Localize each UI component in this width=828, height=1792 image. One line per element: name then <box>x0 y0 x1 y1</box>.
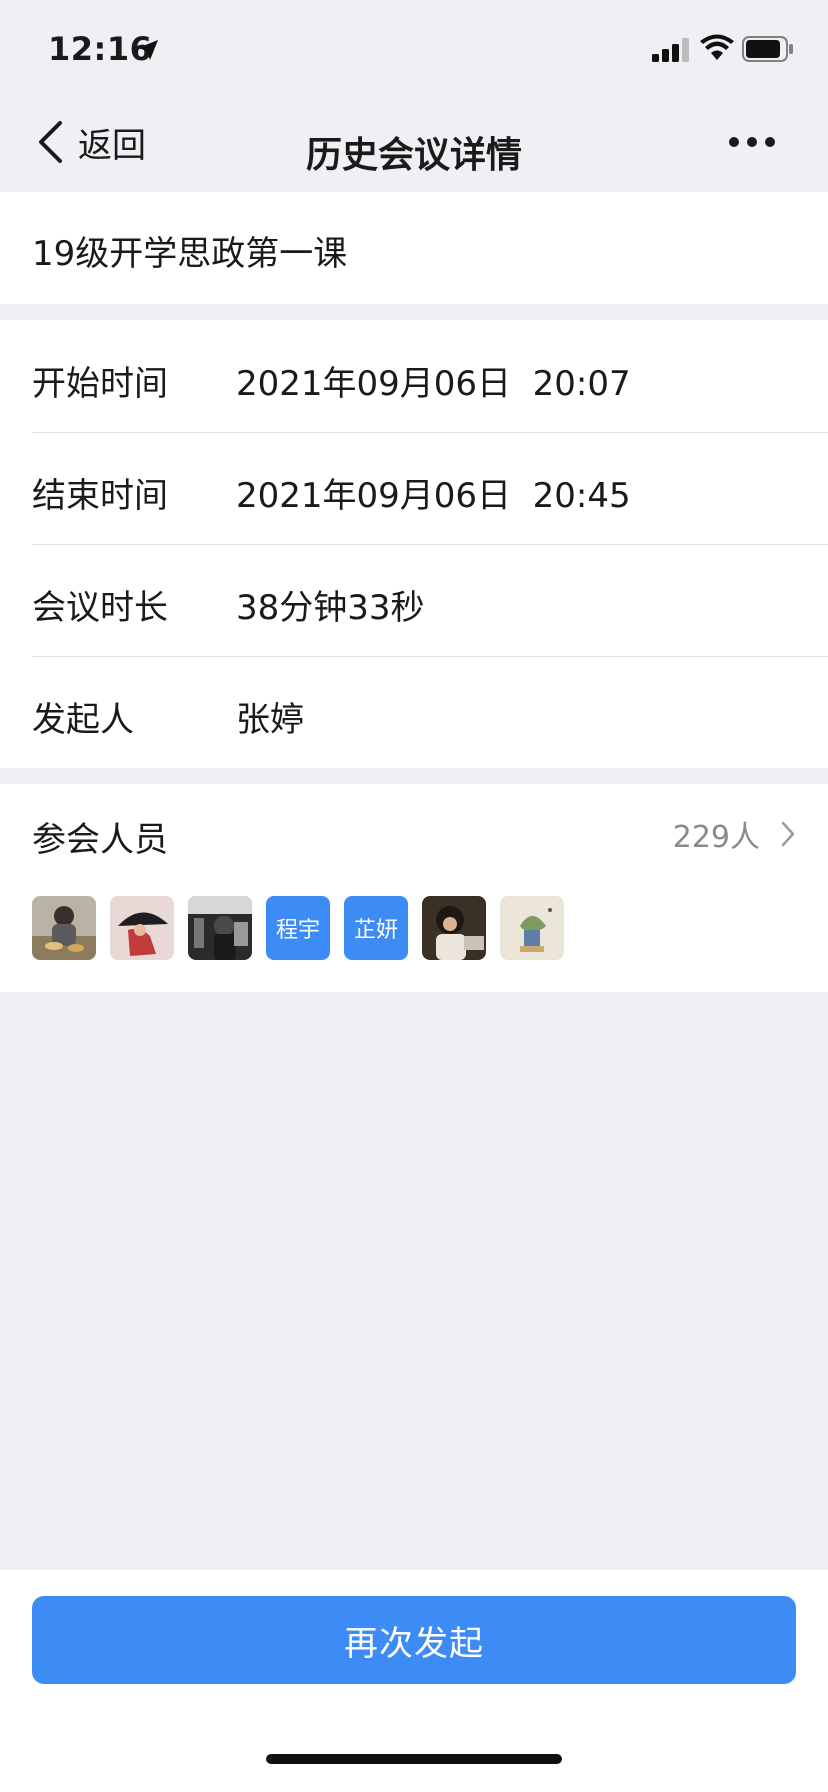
more-dots-icon <box>729 137 739 147</box>
attendees-section: 参会人员 229人 程宇 芷妍 <box>0 784 828 992</box>
bottom-action-bar: 再次发起 <box>0 1570 828 1792</box>
history-meeting-detail-page: 12:16 返回 历史会议详情 19级开学思政第一课 开始时间 2021年09月… <box>0 0 828 1792</box>
more-dot <box>765 137 775 147</box>
avatar-photo-4[interactable] <box>422 896 486 960</box>
meeting-title-section: 19级开学思政第一课 <box>0 192 828 304</box>
start-time-row: 开始时间 2021年09月06日 20:07 <box>0 320 828 432</box>
wifi-icon <box>700 34 734 60</box>
home-indicator <box>266 1754 562 1764</box>
avatar-text-zhiyan[interactable]: 芷妍 <box>344 896 408 960</box>
battery-icon <box>742 36 793 62</box>
avatar-photo-3[interactable] <box>188 896 252 960</box>
chevron-right-icon <box>781 821 795 847</box>
navigation-bar: 返回 历史会议详情 <box>0 96 828 192</box>
duration-row: 会议时长 38分钟33秒 <box>0 544 828 656</box>
attendee-avatars: 程宇 芷妍 <box>32 896 578 960</box>
status-bar: 12:16 <box>0 0 828 96</box>
location-arrow-icon <box>138 40 158 60</box>
avatar-photo-1[interactable] <box>32 896 96 960</box>
end-time-row: 结束时间 2021年09月06日 20:45 <box>0 432 828 544</box>
attendees-count: 229人 <box>672 820 760 855</box>
attendees-label: 参会人员 <box>32 820 168 860</box>
host-label: 发起人 <box>32 700 134 740</box>
meeting-info-section: 开始时间 2021年09月06日 20:07 结束时间 2021年09月06日 … <box>0 320 828 768</box>
avatar-photo-2[interactable] <box>110 896 174 960</box>
attendees-count-link[interactable]: 229人 <box>673 810 796 858</box>
restart-meeting-button[interactable]: 再次发起 <box>32 1596 796 1684</box>
page-title: 历史会议详情 <box>305 135 522 176</box>
duration-label: 会议时长 <box>32 588 168 628</box>
duration-value: 38分钟33秒 <box>236 588 425 628</box>
end-time-value: 2021年09月06日 20:45 <box>236 476 631 516</box>
cellular-signal-icon <box>652 38 689 62</box>
end-time-label: 结束时间 <box>32 476 168 516</box>
meeting-name: 19级开学思政第一课 <box>32 234 348 274</box>
more-dot <box>747 137 757 147</box>
start-time-value: 2021年09月06日 20:07 <box>236 364 631 404</box>
host-row: 发起人 张婷 <box>0 656 828 768</box>
avatar-text-chengyu[interactable]: 程宇 <box>266 896 330 960</box>
start-time-label: 开始时间 <box>32 364 168 404</box>
avatar-photo-5[interactable] <box>500 896 564 960</box>
host-value: 张婷 <box>236 700 304 740</box>
more-button[interactable] <box>720 116 784 168</box>
